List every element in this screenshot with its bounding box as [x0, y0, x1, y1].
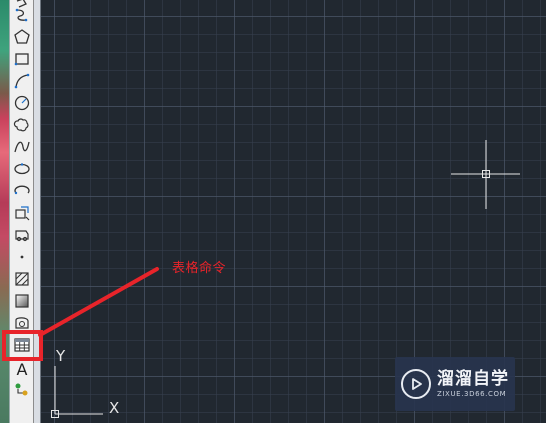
ucs-x-label: X: [109, 399, 120, 417]
make-block-icon[interactable]: [12, 225, 32, 245]
watermark-subtitle: ZIXUE.3D66.COM: [437, 390, 507, 398]
polyline-icon[interactable]: [12, 5, 32, 25]
table-icon[interactable]: [12, 335, 32, 355]
ucs-y-label: Y: [56, 347, 66, 365]
play-logo-icon: [401, 369, 431, 399]
toolbar-separator: [34, 0, 41, 423]
arc-icon[interactable]: [12, 71, 32, 91]
ellipse-icon[interactable]: [12, 159, 32, 179]
watermark-title: 溜溜自学: [437, 369, 509, 389]
multiline-text-icon[interactable]: A: [12, 359, 32, 379]
left-screen-edge: [0, 0, 9, 423]
hatch-icon[interactable]: [12, 269, 32, 289]
watermark: 溜溜自学 ZIXUE.3D66.COM: [395, 357, 515, 411]
draw-toolbar: A: [9, 0, 34, 423]
spline-icon[interactable]: [12, 137, 32, 157]
revision-cloud-icon[interactable]: [12, 115, 32, 135]
point-icon[interactable]: [12, 247, 32, 267]
annotation-label: 表格命令: [172, 261, 227, 276]
add-selected-icon[interactable]: [12, 380, 32, 400]
circle-icon[interactable]: [12, 93, 32, 113]
polygon-icon[interactable]: [12, 27, 32, 47]
gradient-icon[interactable]: [12, 291, 32, 311]
ellipse-arc-icon[interactable]: [12, 181, 32, 201]
region-icon[interactable]: [12, 313, 32, 333]
watermark-text: 溜溜自学 ZIXUE.3D66.COM: [437, 369, 509, 399]
insert-block-icon[interactable]: [12, 203, 32, 223]
svg-text:A: A: [17, 360, 28, 378]
rectangle-icon[interactable]: [12, 49, 32, 69]
